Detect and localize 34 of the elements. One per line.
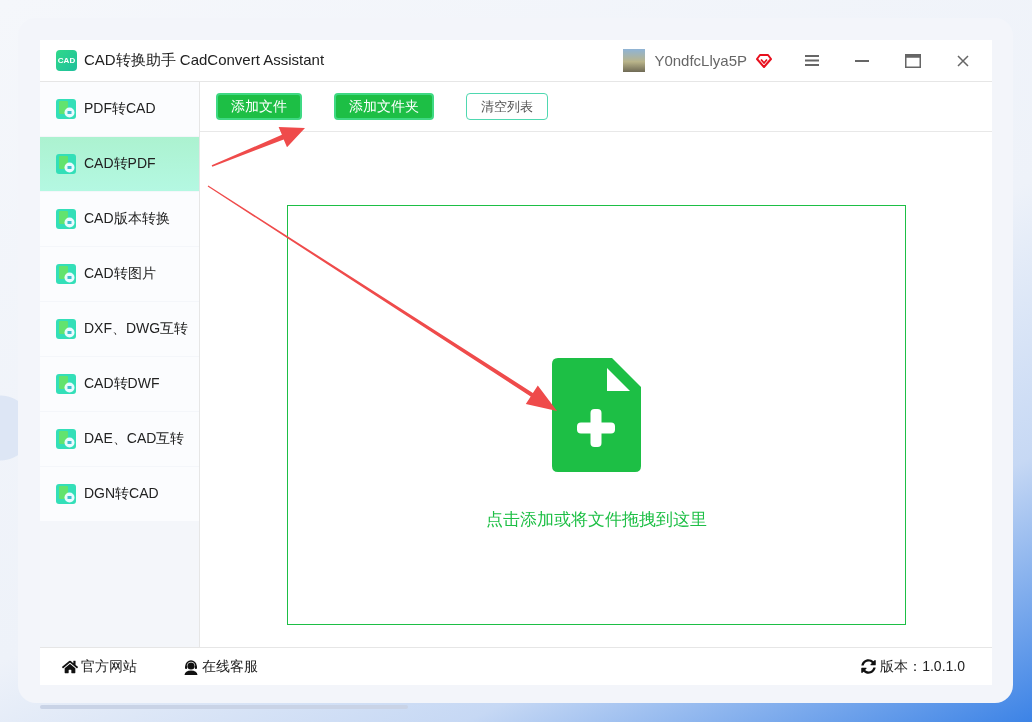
drop-hint: 点击添加或将文件拖拽到这里 bbox=[485, 509, 707, 531]
maximize-icon[interactable] bbox=[905, 53, 921, 68]
file-icon bbox=[56, 154, 76, 174]
sidebar-item[interactable]: DGN转CAD bbox=[40, 467, 199, 521]
footer-link[interactable]: 官方网站 bbox=[62, 657, 137, 676]
sidebar-item[interactable]: CAD转图片 bbox=[40, 247, 199, 301]
sidebar-item[interactable]: CAD转DWF bbox=[40, 357, 199, 411]
window-title: CAD转换助手 CadConvert Assistant bbox=[84, 51, 325, 70]
sidebar-item[interactable]: CAD转PDF bbox=[40, 137, 199, 191]
sidebar-item[interactable]: PDF转CAD bbox=[40, 82, 199, 136]
app-logo: CAD bbox=[56, 50, 77, 71]
file-add-icon bbox=[551, 358, 641, 472]
file-icon bbox=[56, 484, 76, 504]
file-icon bbox=[56, 319, 76, 339]
clear-button[interactable]: 清空列表 bbox=[466, 93, 548, 120]
photo-placeholder[interactable] bbox=[623, 49, 646, 72]
sidebar-item[interactable]: DXF、DWG互转 bbox=[40, 302, 199, 356]
diamond-icon[interactable] bbox=[756, 53, 772, 68]
version-label: 版本：1.0.1.0 bbox=[880, 657, 965, 676]
headset-person-icon bbox=[183, 658, 199, 675]
file-icon bbox=[56, 209, 76, 229]
footer-link[interactable]: 在线客服 bbox=[183, 657, 258, 676]
minimize-icon[interactable] bbox=[855, 59, 869, 62]
refresh-icon[interactable] bbox=[861, 659, 877, 674]
file-icon bbox=[56, 99, 76, 119]
sidebar-item[interactable]: CAD版本转换 bbox=[40, 192, 199, 246]
menu-icon[interactable] bbox=[805, 55, 819, 66]
sidebar-item[interactable]: DAE、CAD互转 bbox=[40, 412, 199, 466]
file-icon bbox=[56, 429, 76, 449]
user-name[interactable]: Y0ndfcLlya5P bbox=[654, 52, 747, 69]
file-icon bbox=[56, 264, 76, 284]
home-icon bbox=[62, 658, 78, 675]
file-icon bbox=[56, 374, 76, 394]
close-icon[interactable] bbox=[957, 54, 969, 67]
